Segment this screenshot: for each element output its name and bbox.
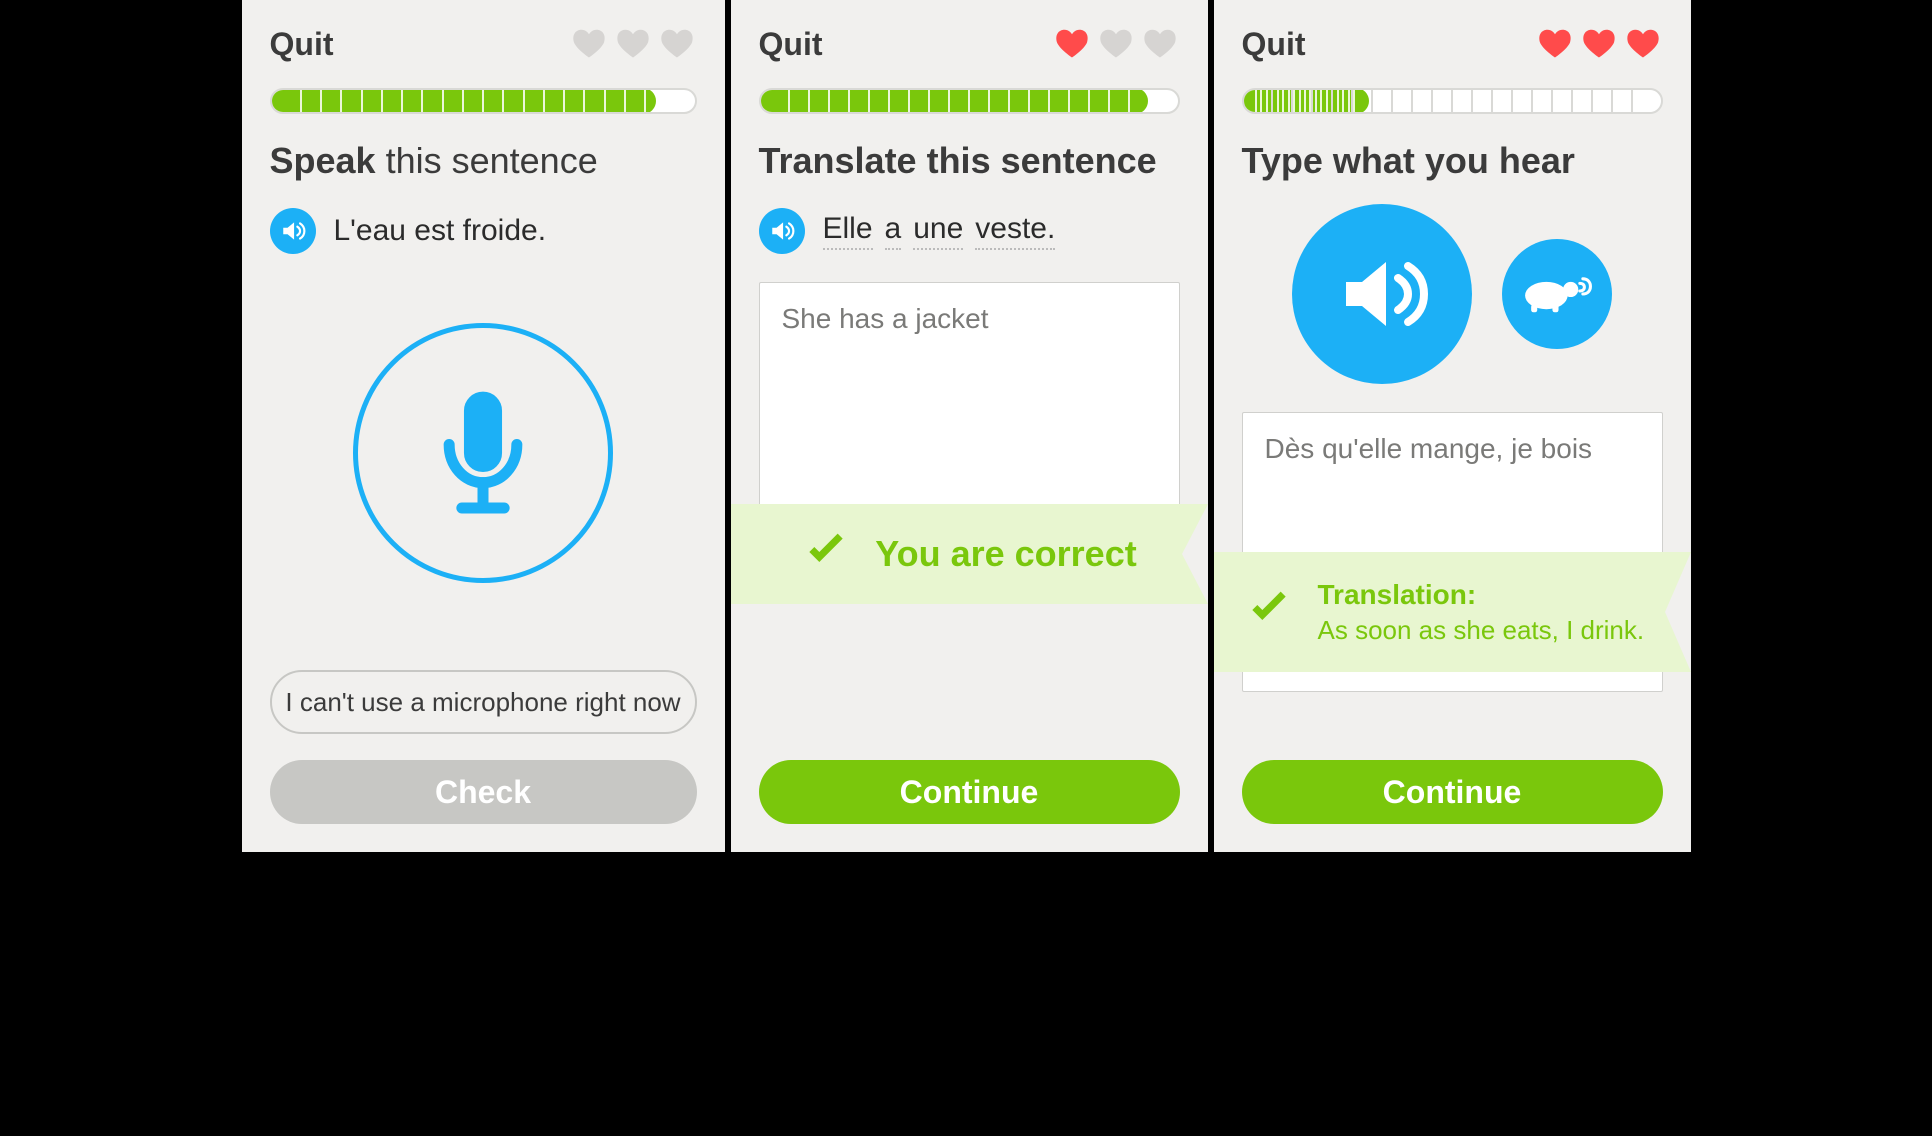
heart-empty-icon [613, 26, 653, 62]
sentence-word: L'eau est froide. [334, 214, 547, 247]
play-slow-button[interactable] [1502, 239, 1612, 349]
play-audio-button[interactable] [759, 208, 805, 254]
progress-ticks [761, 90, 1178, 112]
heart-empty-icon [1140, 26, 1180, 62]
play-audio-button[interactable] [1292, 204, 1472, 384]
sentence-word[interactable]: veste. [975, 212, 1055, 250]
audio-buttons-row [1242, 204, 1663, 384]
heart-filled-icon [1623, 26, 1663, 62]
lesson-panel-listen: Quit Type what you hear Dès qu'elle mang… [1208, 0, 1691, 852]
mic-area [270, 254, 697, 652]
microphone-icon [428, 378, 538, 528]
top-row: Quit [759, 22, 1180, 66]
quit-button[interactable]: Quit [759, 26, 823, 63]
lesson-panel-speak: Quit Speak this sentence L'eau est froid… [242, 0, 725, 852]
correct-ribbon: Translation: As soon as she eats, I drin… [1214, 552, 1691, 672]
continue-button[interactable]: Continue [1242, 760, 1663, 824]
speaker-icon [769, 218, 795, 244]
record-button[interactable] [353, 323, 613, 583]
lesson-panel-translate: Quit Translate this sentence Elleauneves… [725, 0, 1208, 852]
heart-filled-icon [1052, 26, 1092, 62]
sentence-word[interactable]: une [913, 212, 963, 250]
prompt-heading: Translate this sentence [759, 140, 1180, 182]
sentence-row: L'eau est froide. [270, 208, 697, 254]
check-icon [1244, 590, 1294, 635]
speaker-icon [1334, 246, 1430, 342]
hearts-row [1535, 26, 1663, 62]
top-row: Quit [1242, 22, 1663, 66]
top-row: Quit [270, 22, 697, 66]
prompt-heading: Speak this sentence [270, 140, 697, 182]
speaker-icon [280, 218, 306, 244]
progress-bar [270, 88, 697, 114]
translation-label: Translation: [1318, 579, 1645, 611]
quit-button[interactable]: Quit [1242, 26, 1306, 63]
sentence-row: Elleaune veste. [759, 208, 1180, 254]
hearts-row [569, 26, 697, 62]
no-mic-button[interactable]: I can't use a microphone right now [270, 670, 697, 734]
progress-ticks [272, 90, 695, 112]
heart-filled-icon [1579, 26, 1619, 62]
correct-ribbon: You are correct [731, 504, 1208, 604]
heart-filled-icon [1535, 26, 1575, 62]
sentence-word[interactable]: Elle [823, 212, 873, 250]
progress-bar [759, 88, 1180, 114]
continue-button[interactable]: Continue [759, 760, 1180, 824]
check-button[interactable]: Check [270, 760, 697, 824]
turtle-icon [1519, 266, 1595, 322]
heart-empty-icon [1096, 26, 1136, 62]
progress-ticks [1244, 90, 1661, 112]
sentence-word[interactable]: a [885, 212, 902, 250]
heart-empty-icon [569, 26, 609, 62]
quit-button[interactable]: Quit [270, 26, 334, 63]
progress-bar [1242, 88, 1663, 114]
sentence-text[interactable]: Elleaune veste. [823, 212, 1068, 250]
hearts-row [1052, 26, 1180, 62]
correct-message: You are correct [875, 533, 1136, 575]
check-icon [801, 532, 851, 577]
heart-empty-icon [657, 26, 697, 62]
play-audio-button[interactable] [270, 208, 316, 254]
sentence-text: L'eau est froide. [334, 214, 547, 248]
translation-text: As soon as she eats, I drink. [1318, 615, 1645, 646]
prompt-heading: Type what you hear [1242, 140, 1663, 182]
